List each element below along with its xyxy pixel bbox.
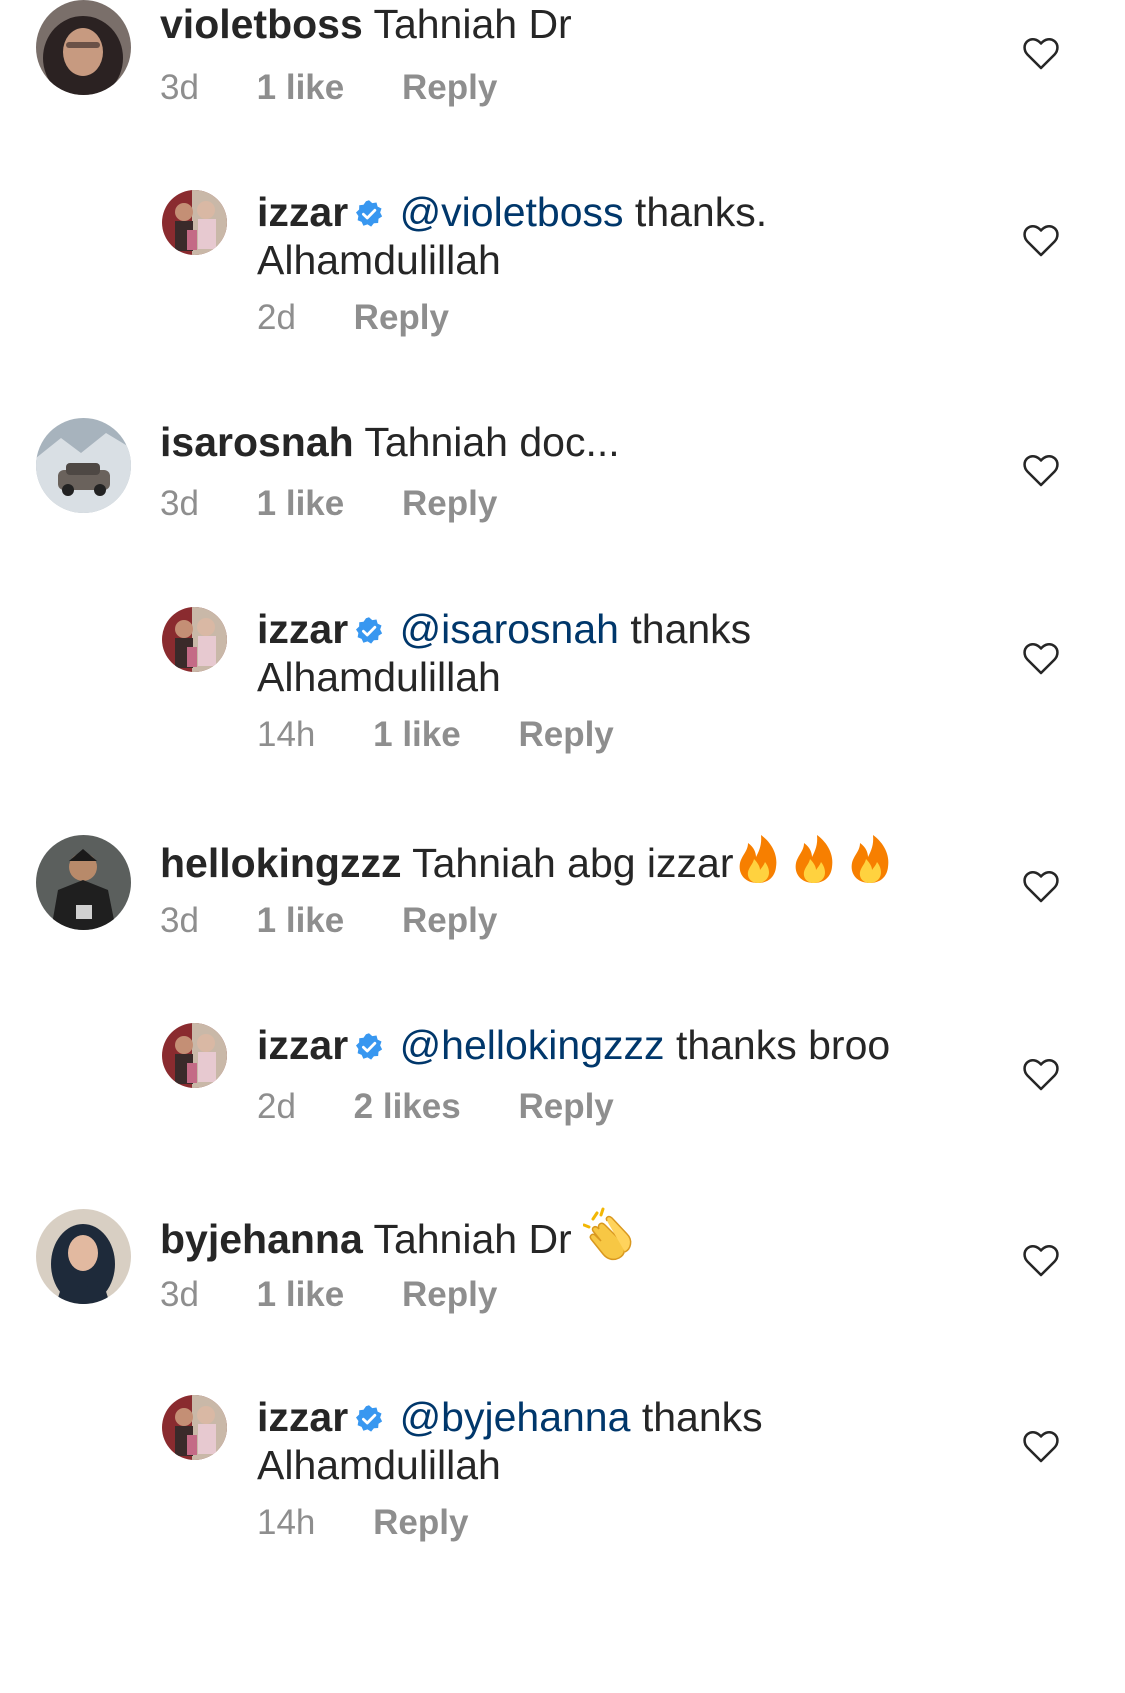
comment-body: hellokingzzz Tahniah abg izzar bbox=[160, 833, 960, 895]
comment-body: byjehanna Tahniah Dr bbox=[160, 1207, 960, 1271]
comment-meta: 3d 1 like Reply bbox=[160, 68, 545, 108]
reply-button[interactable]: Reply bbox=[354, 298, 449, 337]
avatar[interactable] bbox=[36, 0, 131, 95]
username[interactable]: izzar bbox=[257, 606, 348, 652]
username[interactable]: izzar bbox=[257, 1394, 348, 1440]
comment-meta: 3d 1 like Reply bbox=[160, 484, 545, 524]
verified-badge-icon bbox=[356, 1405, 383, 1432]
avatar[interactable] bbox=[162, 607, 227, 672]
heart-icon[interactable] bbox=[1022, 35, 1060, 71]
timestamp: 2d bbox=[257, 1087, 296, 1126]
timestamp: 2d bbox=[257, 298, 296, 337]
fire-emoji-group bbox=[734, 833, 902, 895]
avatar[interactable] bbox=[36, 835, 131, 930]
clapping-hands-icon bbox=[582, 1207, 632, 1261]
reply-button[interactable]: Reply bbox=[402, 484, 497, 523]
comment-text: Tahniah Dr bbox=[373, 1, 572, 47]
username[interactable]: hellokingzzz bbox=[160, 840, 401, 886]
username[interactable]: isarosnah bbox=[160, 419, 354, 465]
likes-count[interactable]: 1 like bbox=[257, 1275, 345, 1314]
comment-body: izzar @violetboss thanks. Alhamdulillah bbox=[257, 188, 957, 284]
username[interactable]: izzar bbox=[257, 189, 348, 235]
avatar[interactable] bbox=[162, 1023, 227, 1088]
comment-meta: 3d 1 like Reply bbox=[160, 901, 545, 941]
username[interactable]: izzar bbox=[257, 1022, 348, 1068]
likes-count[interactable]: 1 like bbox=[257, 484, 345, 523]
verified-badge-icon bbox=[356, 200, 383, 227]
heart-icon[interactable] bbox=[1022, 868, 1060, 904]
comment-meta: 14h Reply bbox=[257, 1503, 516, 1543]
comment-meta: 3d 1 like Reply bbox=[160, 1275, 545, 1315]
fire-icon bbox=[739, 835, 888, 883]
verified-badge-icon bbox=[356, 617, 383, 644]
likes-count[interactable]: 1 like bbox=[373, 715, 461, 754]
heart-icon[interactable] bbox=[1022, 1056, 1060, 1092]
heart-icon[interactable] bbox=[1022, 1242, 1060, 1278]
likes-count[interactable]: 2 likes bbox=[354, 1087, 461, 1126]
comment-text: Tahniah Dr bbox=[373, 1216, 572, 1262]
comment-text: thanks broo bbox=[675, 1022, 891, 1068]
reply-button[interactable]: Reply bbox=[373, 1503, 468, 1542]
comment-text: Tahniah doc... bbox=[364, 419, 620, 465]
heart-icon[interactable] bbox=[1022, 1428, 1060, 1464]
timestamp: 3d bbox=[160, 484, 199, 523]
heart-icon[interactable] bbox=[1022, 452, 1060, 488]
comment-body: izzar @hellokingzzz thanks broo bbox=[257, 1021, 977, 1069]
likes-count[interactable]: 1 like bbox=[257, 68, 345, 107]
reply-button[interactable]: Reply bbox=[518, 1087, 613, 1126]
comment-body: isarosnah Tahniah doc... bbox=[160, 418, 960, 466]
timestamp: 14h bbox=[257, 715, 316, 754]
username[interactable]: byjehanna bbox=[160, 1216, 363, 1262]
likes-count[interactable]: 1 like bbox=[257, 901, 345, 940]
timestamp: 3d bbox=[160, 901, 199, 940]
comment-body: izzar @isarosnah thanks Alhamdulillah bbox=[257, 605, 957, 701]
timestamp: 14h bbox=[257, 1503, 316, 1542]
avatar[interactable] bbox=[162, 1395, 227, 1460]
username[interactable]: violetboss bbox=[160, 1, 363, 47]
mention-link[interactable]: @byjehanna bbox=[400, 1394, 631, 1440]
heart-icon[interactable] bbox=[1022, 640, 1060, 676]
verified-badge-icon bbox=[356, 1033, 383, 1060]
heart-icon[interactable] bbox=[1022, 222, 1060, 258]
mention-link[interactable]: @isarosnah bbox=[400, 606, 619, 652]
clapping-hands-emoji bbox=[582, 1207, 637, 1271]
comment-meta: 14h 1 like Reply bbox=[257, 715, 662, 755]
reply-button[interactable]: Reply bbox=[402, 901, 497, 940]
timestamp: 3d bbox=[160, 68, 199, 107]
avatar[interactable] bbox=[36, 1209, 131, 1304]
avatar[interactable] bbox=[162, 190, 227, 255]
avatar[interactable] bbox=[36, 418, 131, 513]
mention-link[interactable]: @violetboss bbox=[400, 189, 624, 235]
mention-link[interactable]: @hellokingzzz bbox=[400, 1022, 665, 1068]
reply-button[interactable]: Reply bbox=[402, 1275, 497, 1314]
comment-meta: 2d Reply bbox=[257, 298, 497, 338]
comment-text: Tahniah abg izzar bbox=[412, 840, 734, 886]
comment-body: izzar @byjehanna thanks Alhamdulillah bbox=[257, 1393, 957, 1489]
comment-meta: 2d 2 likes Reply bbox=[257, 1087, 662, 1127]
reply-button[interactable]: Reply bbox=[402, 68, 497, 107]
timestamp: 3d bbox=[160, 1275, 199, 1314]
comment-body: violetboss Tahniah Dr bbox=[160, 0, 960, 48]
reply-button[interactable]: Reply bbox=[518, 715, 613, 754]
